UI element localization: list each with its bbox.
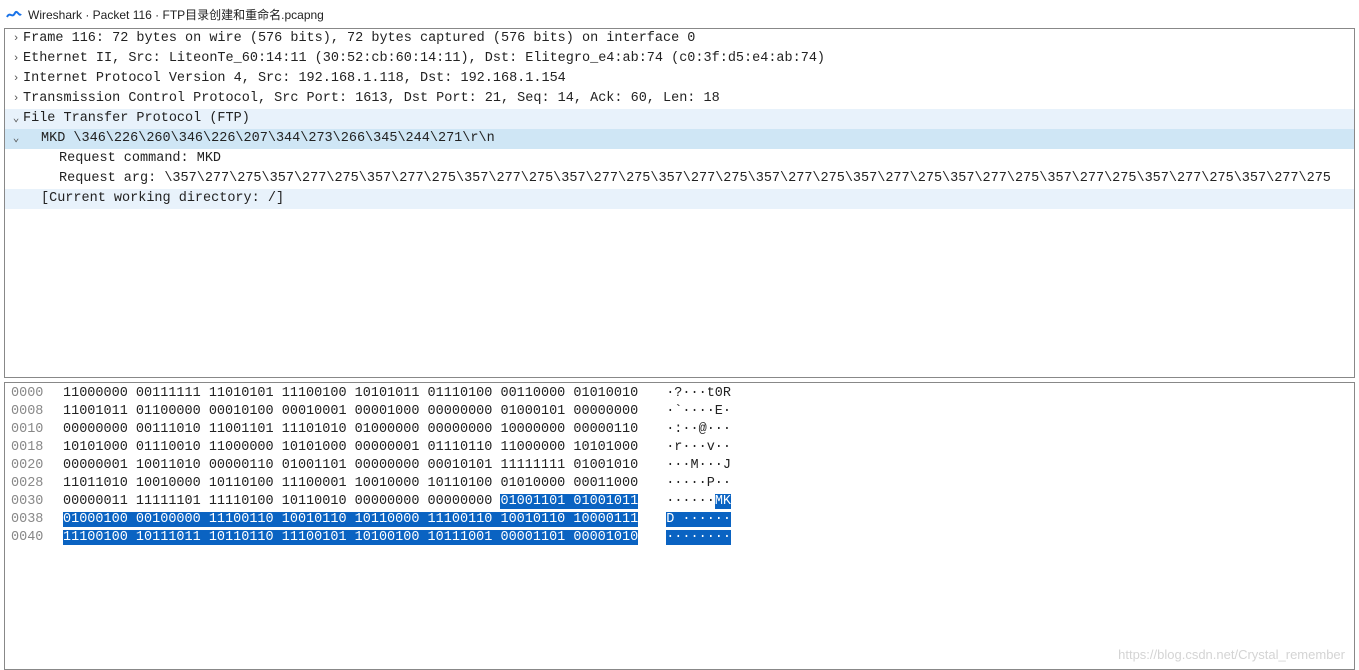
hex-offset: 0020 bbox=[11, 457, 63, 475]
ascii-highlight: ········ bbox=[666, 530, 731, 545]
packet-detail-text: Internet Protocol Version 4, Src: 192.16… bbox=[23, 69, 566, 89]
expand-icon[interactable]: › bbox=[9, 29, 23, 49]
hex-ascii: ·r···v·· bbox=[666, 439, 731, 457]
collapse-icon[interactable]: ⌄ bbox=[9, 109, 23, 129]
hex-highlight: 01000100 00100000 11100110 10010110 1011… bbox=[63, 512, 638, 527]
hex-offset: 0040 bbox=[11, 529, 63, 547]
packet-detail-row[interactable]: ›Internet Protocol Version 4, Src: 192.1… bbox=[5, 69, 1354, 89]
packet-bytes-pane[interactable]: 000011000000 00111111 11010101 11100100 … bbox=[4, 382, 1355, 670]
panes-container: ›Frame 116: 72 bytes on wire (576 bits),… bbox=[0, 28, 1359, 670]
packet-details-pane[interactable]: ›Frame 116: 72 bytes on wire (576 bits),… bbox=[4, 28, 1355, 378]
packet-detail-text: MKD \346\226\260\346\226\207\344\273\266… bbox=[41, 129, 495, 149]
hex-ascii: ···M···J bbox=[666, 457, 731, 475]
packet-detail-text: Request command: MKD bbox=[59, 149, 221, 169]
hex-bytes: 11100100 10111011 10110110 11100101 1010… bbox=[63, 529, 638, 547]
hex-offset: 0008 bbox=[11, 403, 63, 421]
hex-row[interactable]: 002000000001 10011010 00000110 01001101 … bbox=[5, 457, 1354, 475]
hex-ascii: D ······ bbox=[666, 511, 731, 529]
hex-ascii: ·····P·· bbox=[666, 475, 731, 493]
toggle-placeholder bbox=[9, 189, 23, 209]
collapse-icon[interactable]: ⌄ bbox=[9, 129, 23, 149]
expand-icon[interactable]: › bbox=[9, 49, 23, 69]
hex-ascii: ·:··@··· bbox=[666, 421, 731, 439]
hex-row[interactable]: 000011000000 00111111 11010101 11100100 … bbox=[5, 385, 1354, 403]
packet-detail-row[interactable]: [Current working directory: /] bbox=[5, 189, 1354, 209]
packet-detail-text: File Transfer Protocol (FTP) bbox=[23, 109, 250, 129]
hex-bytes: 11011010 10010000 10110100 11100001 1001… bbox=[63, 475, 638, 493]
window-titlebar: Wireshark · Packet 116 · FTP目录创建和重命名.pca… bbox=[0, 0, 1359, 28]
packet-detail-row[interactable]: ›Ethernet II, Src: LiteonTe_60:14:11 (30… bbox=[5, 49, 1354, 69]
hex-bytes: 00000001 10011010 00000110 01001101 0000… bbox=[63, 457, 638, 475]
hex-offset: 0010 bbox=[11, 421, 63, 439]
hex-row[interactable]: 000811001011 01100000 00010100 00010001 … bbox=[5, 403, 1354, 421]
packet-detail-row[interactable]: Request arg: \357\277\275\357\277\275\35… bbox=[5, 169, 1354, 189]
hex-row[interactable]: 004011100100 10111011 10110110 11100101 … bbox=[5, 529, 1354, 547]
toggle-placeholder bbox=[9, 169, 23, 189]
packet-detail-row[interactable]: Request command: MKD bbox=[5, 149, 1354, 169]
toggle-placeholder bbox=[9, 149, 23, 169]
hex-bytes: 11001011 01100000 00010100 00010001 0000… bbox=[63, 403, 638, 421]
hex-row[interactable]: 001810101000 01110010 11000000 10101000 … bbox=[5, 439, 1354, 457]
hex-highlight: 01001101 01001011 bbox=[500, 494, 638, 509]
packet-detail-text: Frame 116: 72 bytes on wire (576 bits), … bbox=[23, 29, 695, 49]
hex-row[interactable]: 003000000011 11111101 11110100 10110010 … bbox=[5, 493, 1354, 511]
hex-bytes: 00000011 11111101 11110100 10110010 0000… bbox=[63, 493, 638, 511]
hex-row[interactable]: 002811011010 10010000 10110100 11100001 … bbox=[5, 475, 1354, 493]
hex-ascii: ·`····E· bbox=[666, 403, 731, 421]
packet-detail-row[interactable]: ⌄File Transfer Protocol (FTP) bbox=[5, 109, 1354, 129]
packet-detail-text: Request arg: \357\277\275\357\277\275\35… bbox=[59, 169, 1331, 189]
hex-offset: 0000 bbox=[11, 385, 63, 403]
packet-detail-row[interactable]: ›Frame 116: 72 bytes on wire (576 bits),… bbox=[5, 29, 1354, 49]
hex-offset: 0028 bbox=[11, 475, 63, 493]
hex-bytes: 11000000 00111111 11010101 11100100 1010… bbox=[63, 385, 638, 403]
packet-detail-text: Transmission Control Protocol, Src Port:… bbox=[23, 89, 720, 109]
hex-row[interactable]: 001000000000 00111010 11001101 11101010 … bbox=[5, 421, 1354, 439]
hex-bytes: 10101000 01110010 11000000 10101000 0000… bbox=[63, 439, 638, 457]
packet-detail-row[interactable]: ⌄ MKD \346\226\260\346\226\207\344\273\26… bbox=[5, 129, 1354, 149]
hex-bytes: 01000100 00100000 11100110 10010110 1011… bbox=[63, 511, 638, 529]
hex-highlight: 11100100 10111011 10110110 11100101 1010… bbox=[63, 530, 638, 545]
hex-offset: 0018 bbox=[11, 439, 63, 457]
ascii-highlight: MK bbox=[715, 494, 731, 509]
wireshark-logo-icon bbox=[6, 6, 22, 22]
hex-bytes: 00000000 00111010 11001101 11101010 0100… bbox=[63, 421, 638, 439]
packet-detail-text: [Current working directory: /] bbox=[41, 189, 284, 209]
hex-row[interactable]: 003801000100 00100000 11100110 10010110 … bbox=[5, 511, 1354, 529]
packet-detail-row[interactable]: ›Transmission Control Protocol, Src Port… bbox=[5, 89, 1354, 109]
window-title: Wireshark · Packet 116 · FTP目录创建和重命名.pca… bbox=[28, 6, 324, 23]
expand-icon[interactable]: › bbox=[9, 69, 23, 89]
hex-ascii: ······MK bbox=[666, 493, 731, 511]
hex-offset: 0030 bbox=[11, 493, 63, 511]
hex-ascii: ········ bbox=[666, 529, 731, 547]
packet-detail-text: Ethernet II, Src: LiteonTe_60:14:11 (30:… bbox=[23, 49, 825, 69]
hex-ascii: ·?···t0R bbox=[666, 385, 731, 403]
expand-icon[interactable]: › bbox=[9, 89, 23, 109]
ascii-highlight: D ······ bbox=[666, 512, 731, 527]
hex-offset: 0038 bbox=[11, 511, 63, 529]
